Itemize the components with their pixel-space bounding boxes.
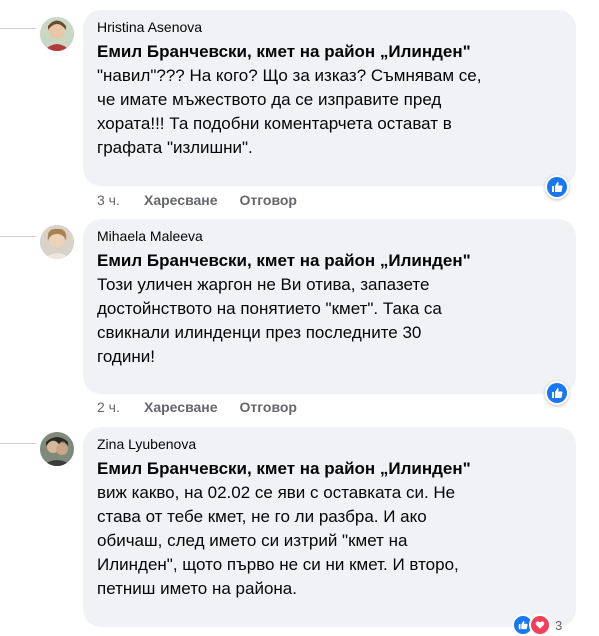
like-icon [547,177,567,197]
comment-actions: 2 ч. Харесване Отговор [97,399,319,415]
comment-line: Илинден", щото първо не си ни кмет. И вт… [97,555,459,574]
mention-tag[interactable]: Емил Бранчевски, кмет на район „Илинден" [97,40,562,64]
reaction-count: 3 [555,617,563,633]
comment-line: Този уличен жаргон не Ви отива, запазете [97,275,430,294]
timestamp[interactable]: 3 ч. [97,192,144,208]
comment-line: петниш името на района. [97,579,297,598]
comment-line: свикнали илинденци през последните 30 [97,323,422,342]
like-button[interactable]: Харесване [144,192,218,208]
comment-line: графата "излишни". [97,138,253,157]
comment-line: години! [97,347,155,366]
love-icon [529,614,551,636]
comment-bubble: Mihaela Maleeva Емил Бранчевски, кмет на… [83,219,576,394]
timestamp[interactable]: 2 ч. [97,399,144,415]
avatar[interactable] [40,225,74,259]
reply-button[interactable]: Отговор [240,192,297,208]
thread-line [0,236,36,237]
reaction-badge[interactable] [545,175,569,199]
comment-line: става от тебе кмет, не го ли разбра. И а… [97,507,427,526]
comment-line: обичаш, след името си изтрий "кмет на [97,531,408,550]
comment-author[interactable]: Zina Lyubenova [97,435,562,453]
thread-line [0,28,36,29]
reply-button[interactable]: Отговор [240,399,297,415]
reaction-summary[interactable]: 3 [512,614,562,636]
avatar[interactable] [40,17,74,51]
comment-actions: 3 ч. Харесване Отговор [97,192,319,208]
comment-author[interactable]: Hristina Asenova [97,18,562,36]
comment-author[interactable]: Mihaela Maleeva [97,227,562,245]
comment-line: хората!!! Та подобни коментарчета остава… [97,114,452,133]
comment-line: че имате мъжеството да се изправите пред [97,90,442,109]
thread-line [0,443,36,444]
avatar[interactable] [40,432,74,466]
like-icon [547,383,567,403]
comment-bubble: Hristina Asenova Емил Бранчевски, кмет н… [83,10,576,186]
comment-line: виж какво, на 02.02 се яви с оставката с… [97,483,456,502]
comment-bubble: Zina Lyubenova Емил Бранчевски, кмет на … [83,427,576,627]
mention-tag[interactable]: Емил Бранчевски, кмет на район „Илинден" [97,457,562,481]
mention-tag[interactable]: Емил Бранчевски, кмет на район „Илинден" [97,249,562,273]
comment-line: достойнството на понятието "кмет". Така … [97,299,442,318]
like-button[interactable]: Харесване [144,399,218,415]
comment-line: "навил"??? На кого? Що за изказ? Съмнява… [97,66,482,85]
reaction-badge[interactable] [545,381,569,405]
